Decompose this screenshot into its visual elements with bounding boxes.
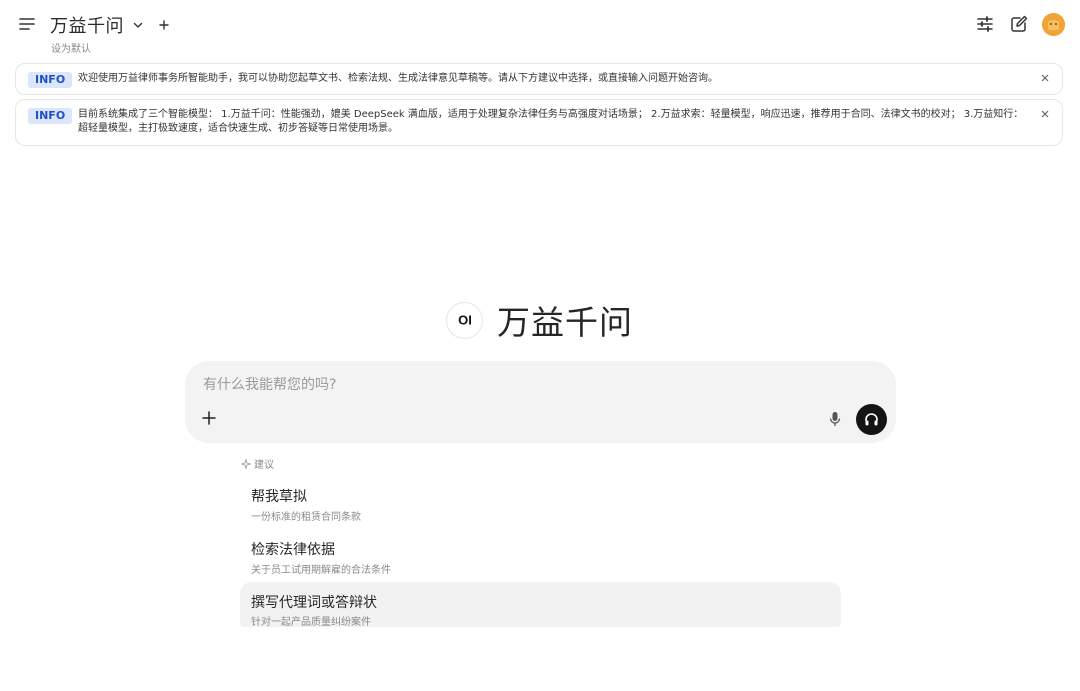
microphone-icon[interactable] [826,410,844,428]
edit-icon[interactable] [1009,14,1029,34]
app-page: 万益千问 设为默认 INFO 欢迎使用万益律师事务所智能助手，我可以协助您起草文… [0,0,1080,691]
close-icon[interactable] [1040,73,1050,83]
headphones-icon [865,413,878,426]
model-selector[interactable]: 万益千问 [50,12,170,38]
model-name[interactable]: 万益千问 [50,12,124,38]
info-banner: INFO 目前系统集成了三个智能模型： 1.万益千问：性能强劲，媲美 DeepS… [15,99,1063,146]
suggestion-subtitle: 针对一起产品质量纠纷案件 [251,617,371,628]
top-bar: 万益千问 设为默认 [0,0,1080,58]
chat-input[interactable] [201,373,805,397]
suggestion-item[interactable]: 撰写代理词或答辩状 针对一起产品质量纠纷案件 [240,582,841,632]
suggestions-header: 建议 [241,456,274,471]
brand-name: 万益千问 [497,303,633,342]
logo-text: OI [458,313,472,327]
suggestion-item[interactable]: 检索法律依据 关于员工试用期解雇的合法条件 [240,531,841,581]
plus-icon[interactable] [202,411,216,425]
scroll-clip [240,627,860,657]
add-model-plus-icon[interactable] [158,19,170,31]
suggestions-label: 建议 [254,460,274,471]
info-badge: INFO [28,72,73,88]
sparkle-icon [241,458,251,469]
suggestion-title: 检索法律依据 [251,542,335,558]
voice-mode-button[interactable] [856,404,887,435]
user-avatar-icon [1042,13,1065,36]
banner-message: 欢迎使用万益律师事务所智能助手，我可以协助您起草文书、检索法规、生成法律意见草稿… [78,73,718,84]
suggestion-title: 撰写代理词或答辩状 [251,595,377,611]
sliders-icon[interactable] [975,14,995,34]
suggestion-item[interactable]: 帮我草拟 一份标准的租赁合同条款 [240,478,841,528]
info-banner: INFO 欢迎使用万益律师事务所智能助手，我可以协助您起草文书、检索法规、生成法… [15,63,1063,95]
brand-heading: OI 万益千问 [446,296,633,344]
suggestion-subtitle: 一份标准的租赁合同条款 [251,512,361,523]
set-default-link[interactable]: 设为默认 [51,40,91,55]
close-icon[interactable] [1040,109,1050,119]
avatar[interactable] [1042,13,1065,36]
chat-input-box [185,361,896,443]
suggestion-subtitle: 关于员工试用期解雇的合法条件 [251,565,391,576]
logo: OI [446,301,483,339]
menu-icon[interactable] [17,14,37,34]
banner-message: 目前系统集成了三个智能模型： 1.万益千问：性能强劲，媲美 DeepSeek 满… [78,109,1024,134]
chevron-down-icon[interactable] [132,19,144,31]
logo-icon: OI [458,313,472,327]
suggestion-title: 帮我草拟 [251,489,307,505]
info-badge: INFO [28,108,73,124]
